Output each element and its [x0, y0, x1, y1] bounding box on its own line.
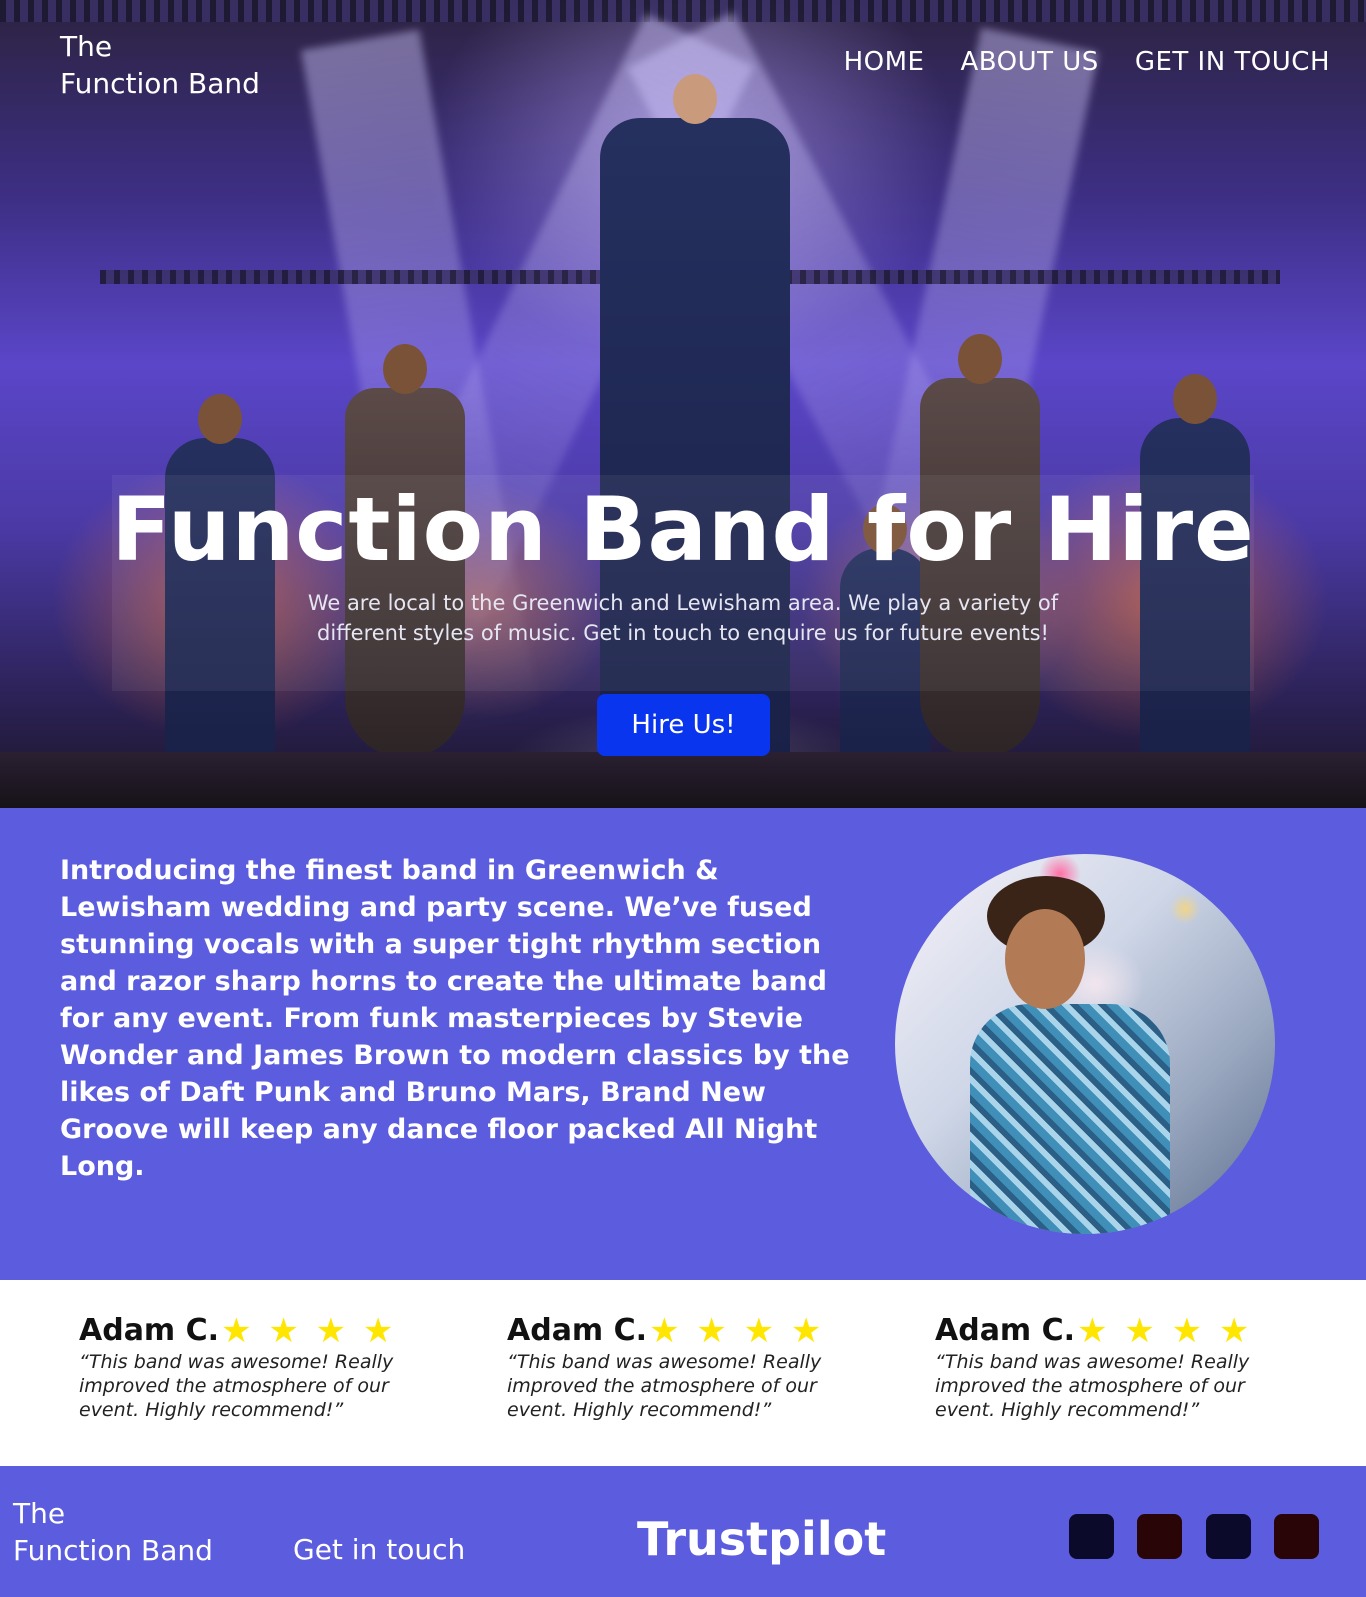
social-icon-4[interactable]: [1274, 1514, 1319, 1559]
review-quote: “This band was awesome! Really improved …: [79, 1351, 394, 1421]
main-nav: HOME ABOUT US GET IN TOUCH: [844, 47, 1330, 77]
star-rating-icon: ★ ★ ★ ★: [649, 1311, 825, 1351]
hero-section: The Function Band HOME ABOUT US GET IN T…: [0, 0, 1366, 808]
stage-truss-top: [0, 0, 1366, 22]
singer-photo: [895, 854, 1275, 1234]
review-card: Adam C. ★ ★ ★ ★ “This band was awesome! …: [935, 1314, 1275, 1422]
stage-floor: [0, 752, 1366, 808]
trustpilot-link[interactable]: Trustpilot: [637, 1512, 886, 1566]
footer-logo[interactable]: The Function Band: [13, 1495, 213, 1569]
reviewer-name: Adam C.: [935, 1313, 1076, 1348]
review-quote: “This band was awesome! Really improved …: [507, 1351, 822, 1421]
brand-line-1: The: [60, 30, 113, 63]
review-card: Adam C. ★ ★ ★ ★ “This band was awesome! …: [507, 1314, 847, 1422]
footer-brand-line-1: The: [13, 1497, 66, 1530]
hero-subtitle: We are local to the Greenwich and Lewish…: [307, 591, 1059, 645]
site-logo[interactable]: The Function Band: [60, 28, 260, 102]
hire-us-button[interactable]: Hire Us!: [597, 694, 770, 756]
social-icon-2[interactable]: [1137, 1514, 1182, 1559]
reviews-section: Adam C. ★ ★ ★ ★ “This band was awesome! …: [0, 1280, 1366, 1466]
social-icon-3[interactable]: [1206, 1514, 1251, 1559]
star-rating-icon: ★ ★ ★ ★: [1077, 1311, 1253, 1351]
reviewer-name: Adam C.: [79, 1313, 220, 1348]
nav-home[interactable]: HOME: [844, 47, 925, 77]
footer-get-in-touch-link[interactable]: Get in touch: [293, 1531, 465, 1568]
social-icon-1[interactable]: [1069, 1514, 1114, 1559]
footer: The Function Band Get in touch Trustpilo…: [0, 1466, 1366, 1597]
nav-get-in-touch[interactable]: GET IN TOUCH: [1135, 47, 1330, 77]
reviewer-name: Adam C.: [507, 1313, 648, 1348]
review-card: Adam C. ★ ★ ★ ★ “This band was awesome! …: [79, 1314, 419, 1422]
about-section: Introducing the finest band in Greenwich…: [0, 808, 1366, 1280]
footer-brand-line-2: Function Band: [13, 1534, 213, 1567]
star-rating-icon: ★ ★ ★ ★: [221, 1311, 397, 1351]
about-text: Introducing the finest band in Greenwich…: [60, 855, 850, 1182]
review-quote: “This band was awesome! Really improved …: [935, 1351, 1250, 1421]
hero-title: Function Band for Hire: [111, 478, 1255, 581]
brand-line-2: Function Band: [60, 67, 260, 100]
nav-about-us[interactable]: ABOUT US: [960, 47, 1098, 77]
